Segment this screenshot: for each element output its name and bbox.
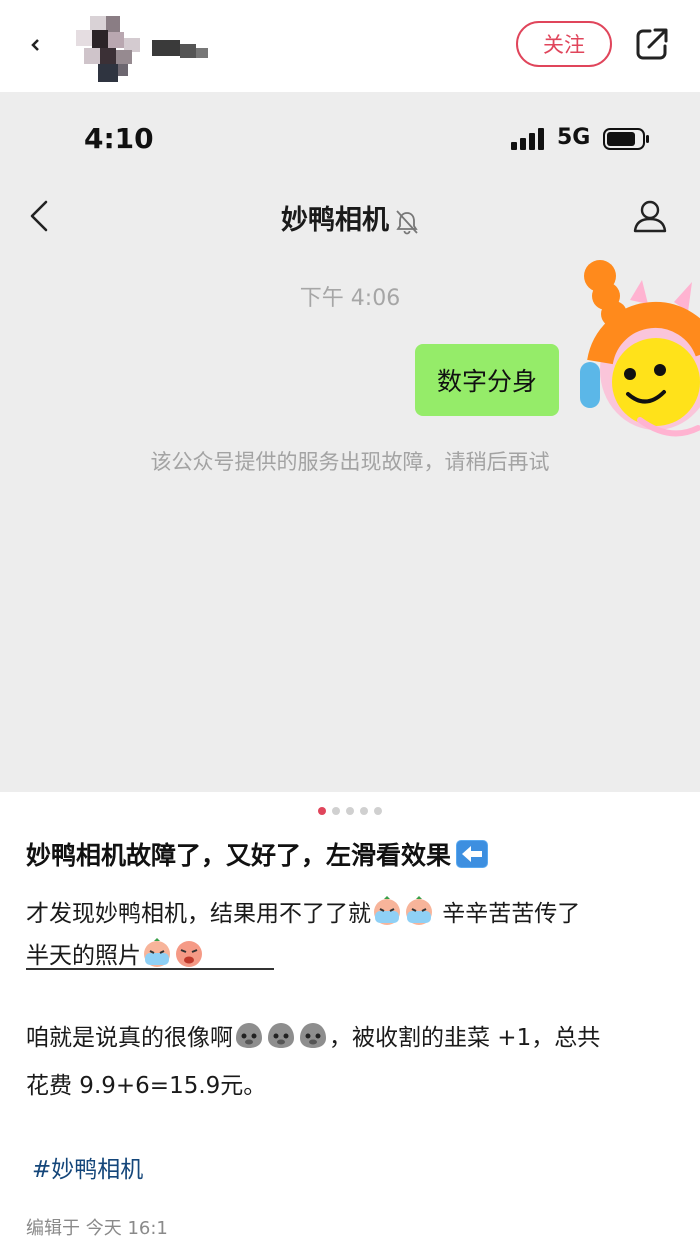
post-body-text-tail: 辛辛苦苦传了 bbox=[435, 901, 581, 927]
upset-emoji-icon bbox=[176, 941, 202, 967]
post-body-text: 半天的照片 bbox=[26, 943, 141, 969]
post-body-line-1: 才发现妙鸭相机，结果用不了了就 辛辛苦苦传了 bbox=[26, 894, 580, 928]
carousel-dot[interactable] bbox=[318, 807, 326, 815]
post-body-text-tail: ，被收割的韭菜 +1，总共 bbox=[329, 1025, 601, 1051]
profile-icon[interactable] bbox=[632, 198, 668, 234]
post-body-line-2: 半天的照片 bbox=[26, 936, 205, 970]
divider-line bbox=[26, 968, 274, 970]
hashtag-link[interactable]: #妙鸭相机 bbox=[32, 1150, 143, 1184]
signal-icon bbox=[511, 128, 549, 150]
crying-emoji-icon bbox=[406, 896, 432, 925]
battery-icon bbox=[603, 128, 649, 150]
post-title: 妙鸭相机故障了，又好了，左滑看效果 bbox=[26, 836, 489, 872]
username[interactable] bbox=[152, 38, 208, 60]
avatar[interactable] bbox=[76, 16, 142, 82]
left-arrow-emoji-icon bbox=[456, 840, 489, 868]
carousel-dot[interactable] bbox=[346, 807, 354, 815]
back-icon[interactable] bbox=[22, 30, 48, 60]
post-body-text: 咱就是说真的很像啊 bbox=[26, 1025, 233, 1051]
post-body-line-3: 咱就是说真的很像啊 ，被收割的韭菜 +1，总共 bbox=[26, 1018, 600, 1052]
crying-emoji-icon bbox=[144, 938, 170, 967]
gray-face-emoji-icon bbox=[236, 1023, 262, 1048]
carousel-dot[interactable] bbox=[374, 807, 382, 815]
post-title-text: 妙鸭相机故障了，又好了，左滑看效果 bbox=[26, 841, 452, 870]
post-body-line-4: 花费 9.9+6=15.9元。 bbox=[26, 1073, 267, 1099]
gray-face-emoji-icon bbox=[268, 1023, 294, 1048]
carousel-dot[interactable] bbox=[360, 807, 368, 815]
edited-timestamp: 编辑于 今天 16:1 bbox=[26, 1218, 168, 1239]
carousel-dot[interactable] bbox=[332, 807, 340, 815]
chat-title-text: 妙鸭相机 bbox=[281, 205, 389, 236]
sent-message-bubble: 数字分身 bbox=[415, 344, 560, 416]
status-time: 4:10 bbox=[84, 122, 154, 155]
network-label: 5G bbox=[557, 125, 591, 150]
follow-button[interactable]: 关注 bbox=[516, 21, 612, 67]
gray-face-emoji-icon bbox=[300, 1023, 326, 1048]
duck-sticker-icon bbox=[580, 260, 700, 437]
crying-emoji-icon bbox=[374, 896, 400, 925]
chat-title: 妙鸭相机 bbox=[0, 198, 700, 237]
top-bar: 关注 bbox=[0, 0, 700, 92]
mute-bell-icon bbox=[396, 209, 418, 234]
share-icon[interactable] bbox=[634, 26, 670, 62]
carousel-indicator[interactable] bbox=[0, 807, 700, 819]
post-image[interactable]: 4:10 5G 妙鸭相机 下午 4:06 数字分身 该公众号提供的服务出现故障，… bbox=[0, 92, 700, 792]
post-body-text: 才发现妙鸭相机，结果用不了了就 bbox=[26, 901, 371, 927]
